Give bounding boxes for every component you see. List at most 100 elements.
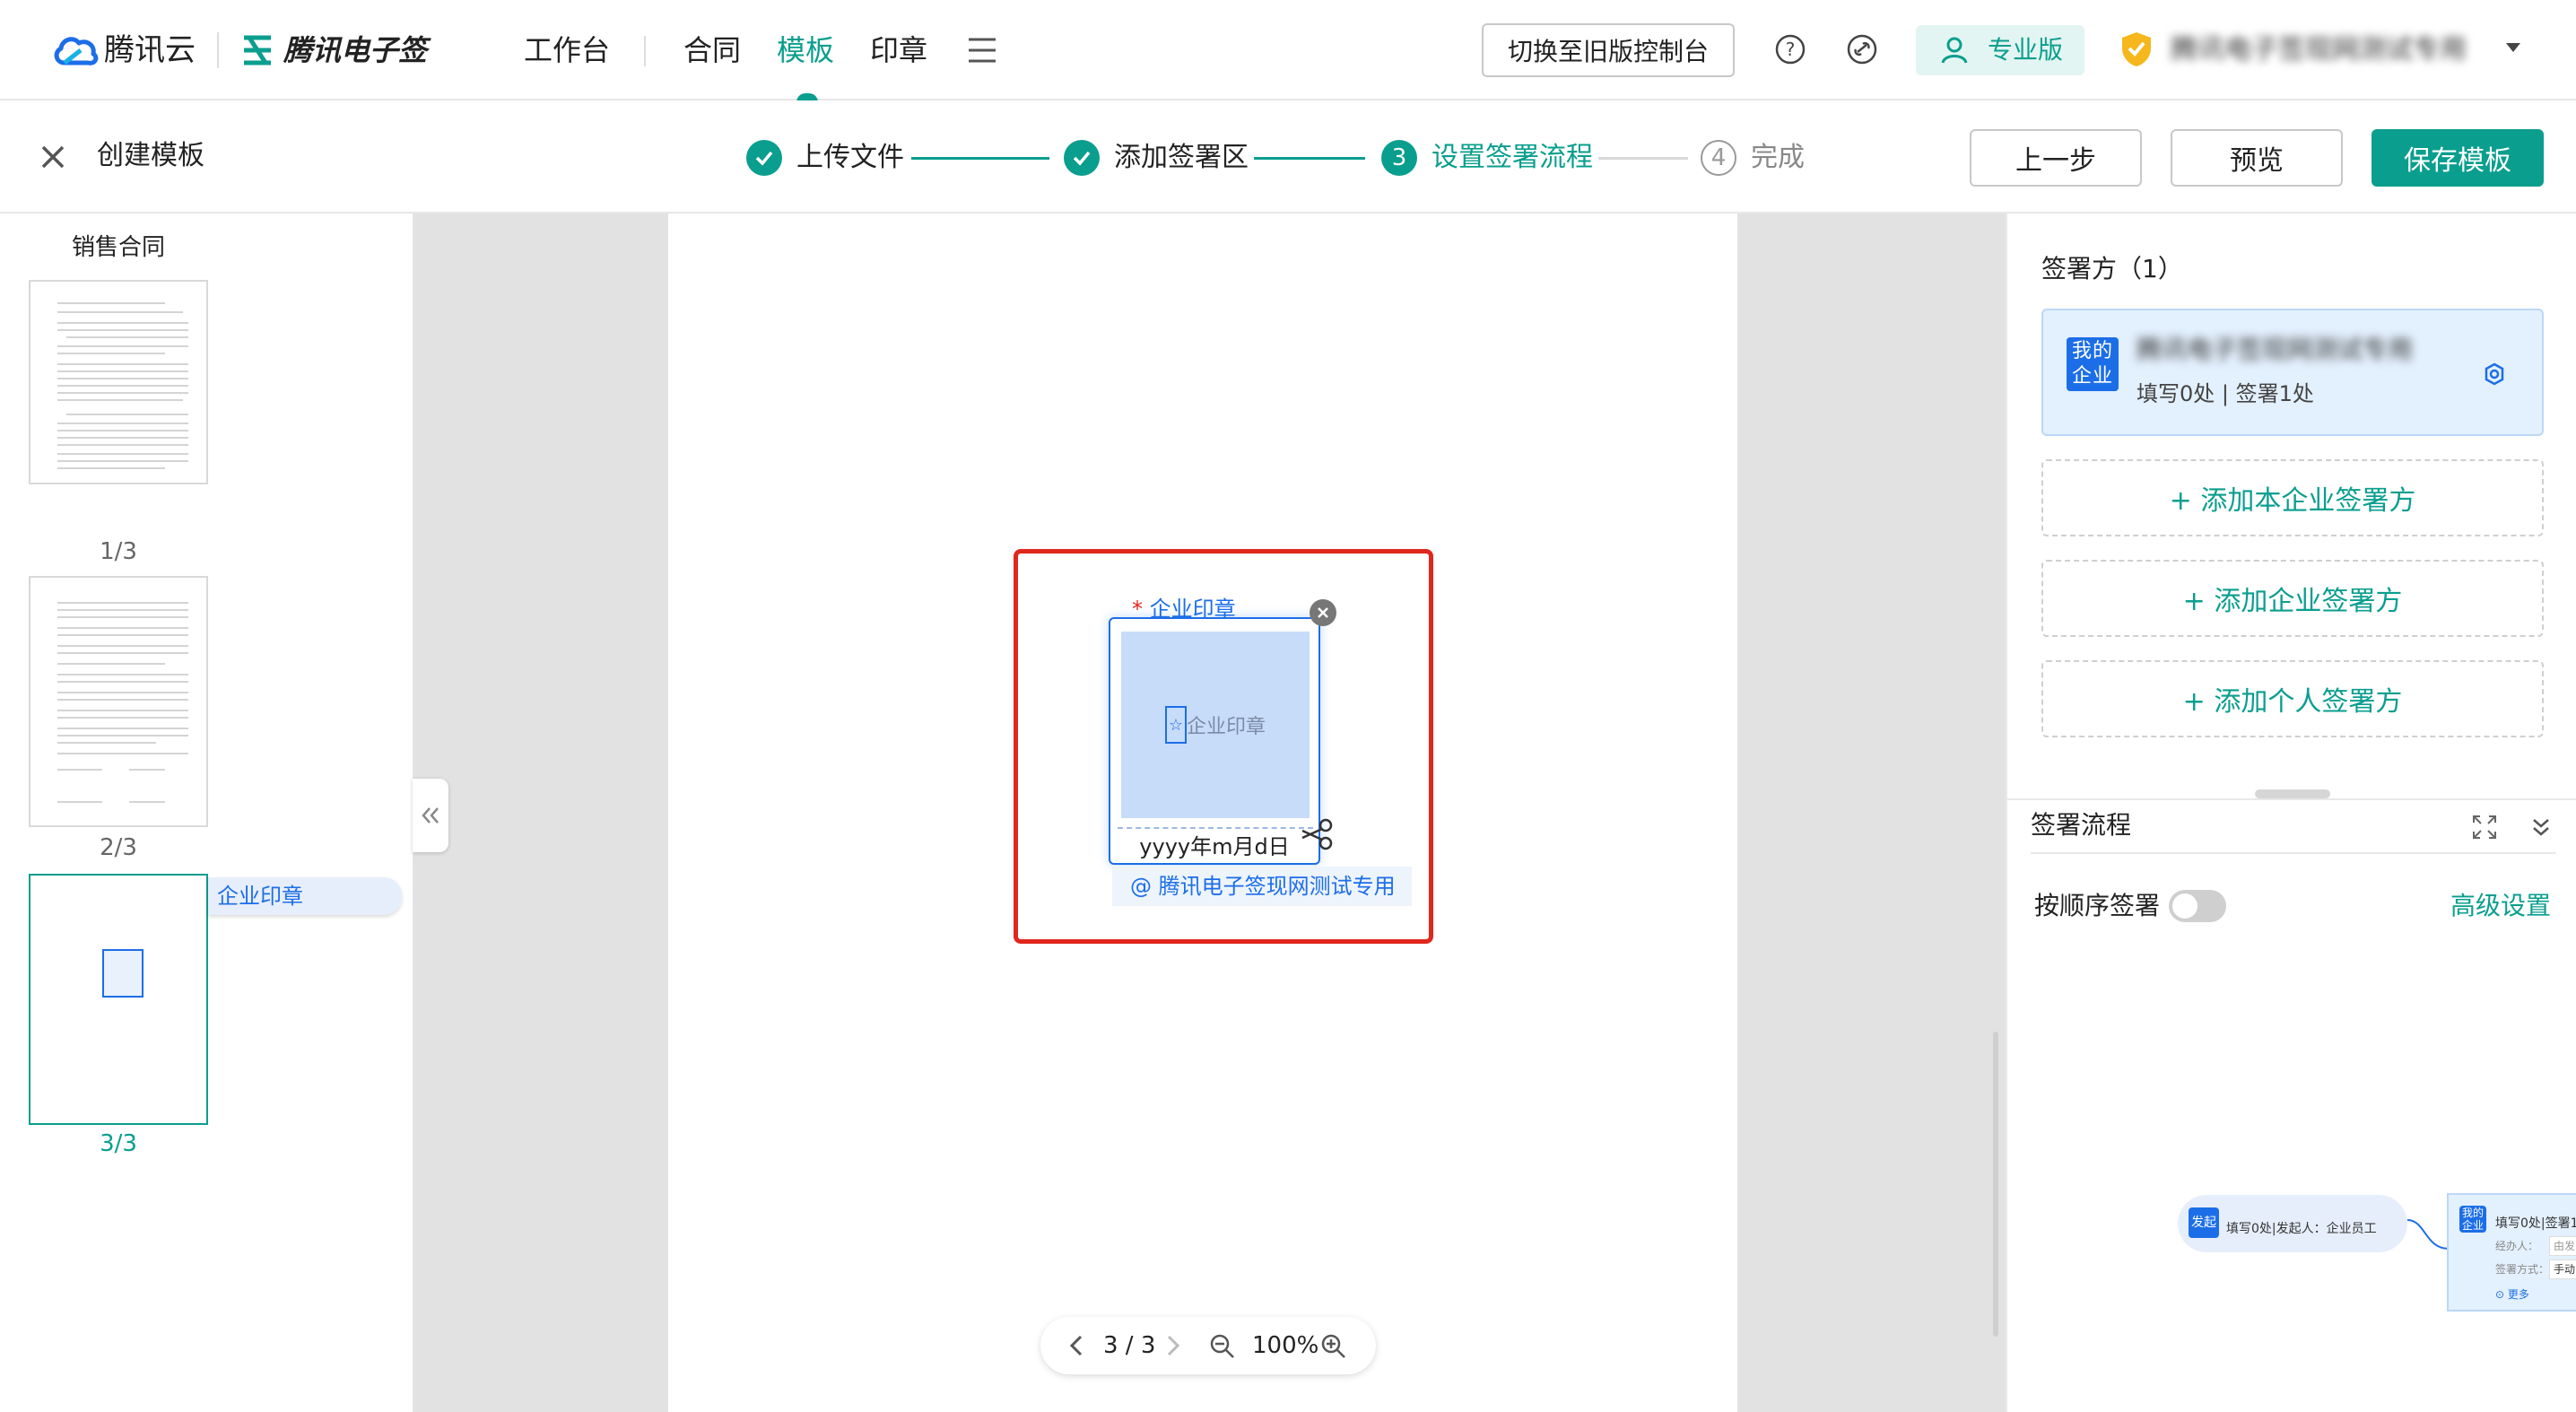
step-2-label: 添加签署区 bbox=[1114, 142, 1249, 173]
panel-resize-handle[interactable] bbox=[2255, 789, 2330, 798]
signers-title: 签署方（1） bbox=[2041, 254, 2183, 283]
help-icon[interactable]: ? bbox=[1775, 34, 1806, 65]
more-link[interactable]: ⊙ 更多 bbox=[2495, 1286, 2529, 1303]
add-personal-signer-button[interactable]: + 添加个人签署方 bbox=[2041, 660, 2544, 737]
signer-card[interactable]: 我的企业 腾讯电子签现网测试专用 填写0处 | 签署1处 bbox=[2041, 309, 2544, 436]
page-number-3: 3/3 bbox=[100, 1130, 137, 1157]
company-name[interactable]: 腾讯电子签现网测试专用 bbox=[2171, 29, 2467, 72]
sign-method-label: 签署方式： bbox=[2495, 1263, 2550, 1276]
page-title: 创建模板 bbox=[97, 140, 205, 171]
switch-console-button[interactable]: 切换至旧版控制台 bbox=[1482, 23, 1735, 77]
template-editor-header: 创建模板 上传文件 添加签署区 3 设置签署流程 4 完成 上一步 预览 保存模… bbox=[0, 100, 2576, 214]
page-number-1: 1/3 bbox=[100, 538, 137, 565]
esign-logo-icon bbox=[244, 35, 271, 65]
seal-field-marker bbox=[102, 949, 144, 998]
page-indicator: 3 / 3 bbox=[1103, 1332, 1156, 1359]
tencent-cloud-brand[interactable]: 腾讯云 bbox=[104, 29, 196, 72]
handler-select[interactable]: 由发 bbox=[2549, 1236, 2576, 1256]
nav-divider bbox=[644, 36, 646, 66]
more-link-label: 更多 bbox=[2507, 1288, 2529, 1301]
page-thumbnail-2[interactable] bbox=[29, 576, 208, 827]
verified-shield-icon bbox=[2122, 32, 2151, 66]
sign-method-select[interactable]: 手动 bbox=[2549, 1259, 2576, 1279]
nav-seal[interactable]: 印章 bbox=[870, 29, 927, 72]
save-template-button[interactable]: 保存模板 bbox=[2371, 129, 2544, 187]
flow-node-my-company[interactable]: 我的企业 填写0处|签署1处 经办人： 由发 签署方式： 手动 ⊙ 更多 bbox=[2447, 1193, 2576, 1312]
settings-icon[interactable] bbox=[2483, 362, 2506, 386]
advanced-settings-link[interactable]: 高级设置 bbox=[2450, 888, 2551, 924]
sequential-signing-label: 按顺序签署 bbox=[2034, 891, 2161, 920]
seal-placeholder-area[interactable]: ☆ 企业印章 bbox=[1121, 632, 1310, 818]
signer-company-name: 腾讯电子签现网测试专用 bbox=[2137, 335, 2414, 364]
scrollbar[interactable] bbox=[1993, 1032, 1998, 1337]
seal-field-tag-label: 企业印章 bbox=[217, 884, 303, 909]
step-4-label: 完成 bbox=[1751, 142, 1805, 173]
page-thumbnail-1[interactable] bbox=[29, 280, 208, 484]
page-1-text-preview bbox=[57, 302, 188, 469]
add-own-company-signer-button[interactable]: + 添加本企业签署方 bbox=[2041, 459, 2544, 536]
page-number-2: 2/3 bbox=[100, 834, 137, 861]
delete-field-icon[interactable] bbox=[1310, 599, 1336, 626]
svg-text:?: ? bbox=[1786, 39, 1796, 60]
step-3-label: 设置签署流程 bbox=[1432, 142, 1593, 173]
my-company-badge: 我的企业 bbox=[2067, 337, 2119, 391]
flow-connector bbox=[2407, 1219, 2449, 1250]
esign-brand[interactable]: 腾讯电子签 bbox=[283, 29, 427, 72]
edition-badge[interactable]: 专业版 bbox=[1916, 25, 2084, 75]
document-title: 销售合同 bbox=[71, 234, 165, 261]
link-icon[interactable] bbox=[1847, 34, 1877, 65]
caret-down-icon[interactable] bbox=[2504, 41, 2522, 54]
date-divider bbox=[1118, 827, 1313, 829]
page-thumbnail-panel: 销售合同 1/3 2/3 3/3 企业印章 bbox=[0, 214, 413, 1412]
edition-label: 专业版 bbox=[1988, 35, 2064, 65]
scissors-icon[interactable] bbox=[1301, 818, 1335, 850]
my-company-flow-badge: 我的企业 bbox=[2459, 1206, 2486, 1233]
brand-divider bbox=[217, 32, 219, 68]
nav-workbench[interactable]: 工作台 bbox=[524, 29, 610, 72]
zoom-level: 100% bbox=[1252, 1332, 1319, 1359]
step-1-check-icon bbox=[746, 140, 782, 176]
step-2-check-icon bbox=[1064, 140, 1100, 176]
step-1-label: 上传文件 bbox=[796, 142, 904, 173]
nav-contract[interactable]: 合同 bbox=[683, 29, 741, 72]
flow-node-initiator[interactable]: 发起 填写0处|发起人：企业员工 bbox=[2178, 1195, 2407, 1252]
add-company-signer-button[interactable]: + 添加企业签署方 bbox=[2041, 560, 2544, 637]
preview-button[interactable]: 预览 bbox=[2171, 129, 2343, 187]
flow-header-divider bbox=[2031, 852, 2556, 854]
panel-divider bbox=[2007, 798, 2576, 800]
seal-field-tag[interactable]: 企业印章 bbox=[208, 877, 402, 915]
zoom-out-icon[interactable] bbox=[1209, 1333, 1236, 1360]
seal-placeholder-text: 企业印章 bbox=[1186, 716, 1266, 738]
page-2-text-preview bbox=[57, 602, 188, 803]
page-thumbnail-3-selected[interactable] bbox=[29, 874, 208, 1125]
user-icon bbox=[1941, 37, 1968, 64]
step-3-number: 3 bbox=[1381, 140, 1417, 176]
previous-step-button[interactable]: 上一步 bbox=[1970, 129, 2142, 187]
initiator-info: 填写0处|发起人：企业员工 bbox=[2226, 1222, 2377, 1236]
close-icon[interactable] bbox=[39, 144, 66, 170]
signer-assignment-tag[interactable]: @ 腾讯电子签现网测试专用 bbox=[1112, 867, 1412, 906]
seal-field[interactable]: ☆ 企业印章 yyyy年m月d日 bbox=[1109, 617, 1320, 865]
my-company-flow-stats: 填写0处|签署1处 bbox=[2495, 1216, 2576, 1231]
step-4-number: 4 bbox=[1701, 140, 1736, 176]
sequential-signing-toggle[interactable] bbox=[2169, 890, 2226, 922]
next-page-icon[interactable] bbox=[1164, 1335, 1182, 1356]
tencent-cloud-logo-icon bbox=[54, 37, 99, 65]
collapse-chevron-icon[interactable] bbox=[2531, 816, 2551, 838]
double-chevron-left-icon bbox=[422, 807, 439, 824]
collapse-panel-button[interactable] bbox=[413, 779, 448, 852]
nav-template[interactable]: 模板 bbox=[777, 29, 834, 72]
zoom-in-icon[interactable] bbox=[1320, 1333, 1347, 1360]
expand-icon[interactable] bbox=[2472, 815, 2497, 840]
star-icon: ☆ bbox=[1164, 706, 1187, 744]
sign-date-field[interactable]: yyyy年m月d日 bbox=[1110, 831, 1318, 863]
prev-page-icon[interactable] bbox=[1067, 1335, 1085, 1356]
signing-flow-title: 签署流程 bbox=[2031, 810, 2132, 840]
page-zoom-control: 3 / 3 100% bbox=[1040, 1317, 1376, 1374]
menu-icon[interactable] bbox=[967, 36, 997, 65]
toggle-knob bbox=[2172, 893, 2197, 919]
step-connector bbox=[1598, 157, 1688, 160]
step-connector bbox=[1254, 157, 1365, 160]
initiator-badge: 发起 bbox=[2189, 1207, 2219, 1238]
step-connector bbox=[911, 157, 1049, 160]
